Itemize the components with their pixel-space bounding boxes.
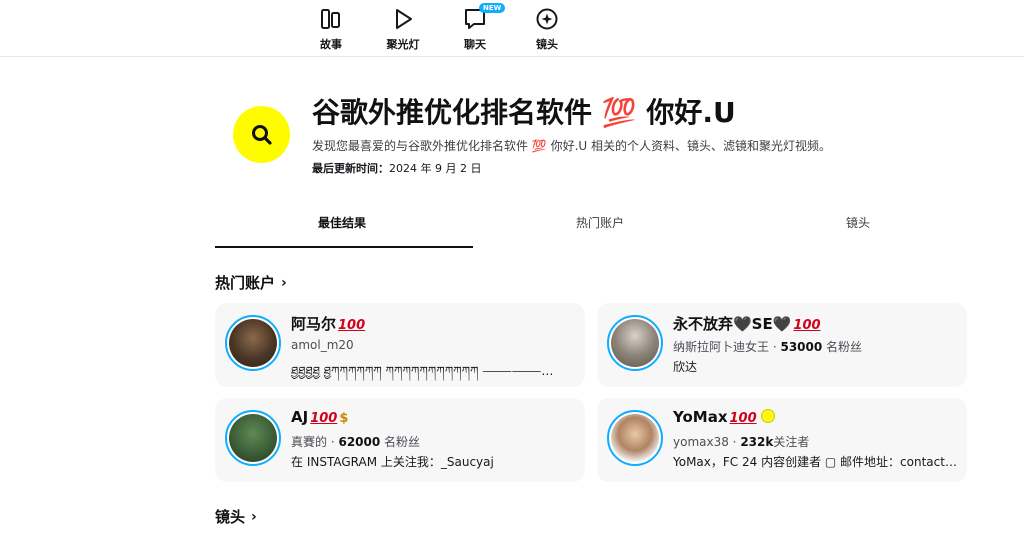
nav-label: 聚光灯 (386, 38, 420, 51)
account-card[interactable]: 阿马尔 100 amol_m20 ཐྱཐྱཐྱཐྱ ཐྱཀཀཀཀཀཀ ཀཀཀཀཀཀ… (215, 303, 585, 387)
account-meta: yomax38 · 232k关注者 (673, 435, 810, 449)
avatar (607, 410, 663, 466)
avatar (225, 315, 281, 371)
nav-chat[interactable]: NEW 聊天 (450, 3, 506, 52)
verified-star-icon (760, 408, 775, 423)
account-meta: 纳斯拉阿卜迪女王 · 53000 名粉丝 (673, 340, 863, 354)
account-card[interactable]: 永不放弃🖤SE🖤 100 纳斯拉阿卜迪女王 · 53000 名粉丝 欣达 (597, 303, 967, 387)
chevron-right-icon: › (251, 508, 257, 525)
last-updated: 最后更新时间：2024 年 9 月 2 日 (312, 160, 481, 176)
chevron-right-icon: › (281, 274, 287, 291)
nav-label: 镜头 (536, 38, 558, 51)
account-name: AJ 100 $ (291, 408, 349, 426)
account-name: YoMax 100 (673, 408, 775, 426)
avatar (225, 410, 281, 466)
account-bio: 欣达 (673, 360, 698, 374)
tab-active-indicator (215, 246, 473, 248)
money-bag-icon: $ (339, 411, 349, 426)
avatar (607, 315, 663, 371)
account-bio: ཐྱཐྱཐྱཐྱ ཐྱཀཀཀཀཀཀ ཀཀཀཀཀཀཀཀཀཀཀ ⸻⸻⸻/ 7 (291, 364, 575, 378)
account-card[interactable]: YoMax 100 yomax38 · 232k关注者 YoMax，FC 24 内… (597, 398, 967, 482)
search-icon (251, 124, 272, 145)
popular-accounts-heading[interactable]: 热门账户 › (215, 272, 287, 293)
nav-label: 故事 (320, 38, 342, 51)
account-bio: YoMax，FC 24 内容创建者 ▢ 邮件地址：contact@yomax.c… (673, 455, 957, 469)
lenses-heading[interactable]: 镜头 › (215, 506, 257, 527)
new-badge: NEW (479, 3, 506, 13)
nav-spotlight[interactable]: 聚光灯 (378, 6, 428, 52)
account-name: 阿马尔 100 (291, 315, 366, 333)
account-meta: 真賽的 · 62000 名粉丝 (291, 435, 421, 449)
account-handle: amol_m20 (291, 338, 354, 352)
tab-popular-accounts[interactable]: 热门账户 (576, 214, 624, 231)
section-title: 镜头 (215, 508, 246, 526)
hundred-points-icon: 100 (729, 411, 757, 426)
page-title: 谷歌外推优化排名软件 💯 你好.U (312, 96, 736, 129)
nav-label: 聊天 (464, 38, 486, 51)
page-subtitle: 发现您最喜爱的与谷歌外推优化排名软件 💯 你好.U 相关的个人资料、镜头、滤镜和… (312, 139, 831, 153)
tab-lenses[interactable]: 镜头 (846, 214, 870, 231)
search-badge (233, 106, 290, 163)
stories-icon (321, 9, 340, 29)
hundred-points-icon: 100 (310, 411, 338, 426)
tab-top-results[interactable]: 最佳结果 (318, 214, 366, 231)
section-title: 热门账户 (215, 274, 276, 292)
hundred-points-icon: 100 (338, 318, 366, 333)
account-bio: 在 INSTAGRAM 上关注我：_Saucyaj (291, 455, 494, 469)
account-card[interactable]: AJ 100 $ 真賽的 · 62000 名粉丝 在 INSTAGRAM 上关注我：… (215, 398, 585, 482)
hundred-points-icon: 100 (793, 318, 821, 333)
updated-value: 2024 年 9 月 2 日 (389, 162, 482, 175)
lens-icon (536, 8, 558, 30)
account-name: 永不放弃🖤SE🖤 100 (673, 315, 821, 333)
play-icon (396, 9, 412, 29)
top-nav: 故事 聚光灯 NEW 聊天 镜头 (0, 0, 1024, 57)
updated-label: 最后更新时间： (312, 162, 389, 175)
nav-stories[interactable]: 故事 (306, 6, 356, 52)
nav-lenses[interactable]: 镜头 (522, 6, 572, 52)
